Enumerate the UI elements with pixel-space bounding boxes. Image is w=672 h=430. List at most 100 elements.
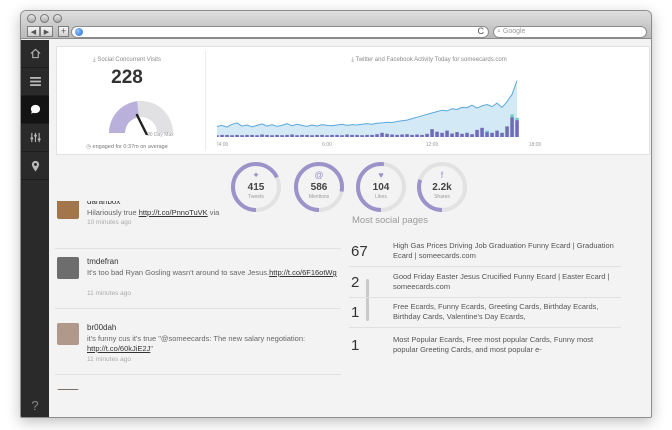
- search-field[interactable]: ⌕ Google: [493, 26, 647, 38]
- at-sign-icon: @: [314, 170, 324, 180]
- location-icon[interactable]: [21, 152, 49, 180]
- concurrent-visits-label: ⤓ Social Concurrent Visits: [93, 57, 161, 63]
- activity-bar: [460, 133, 464, 137]
- most-social-pages: Most social pages 67 High Gas Prices Driv…: [349, 201, 621, 390]
- overview-card: ⤓ Social Concurrent Visits 228 90 Day Ma…: [56, 46, 650, 155]
- activity-bar: [510, 117, 514, 137]
- zoom-window-button[interactable]: [53, 14, 62, 23]
- social-page-title[interactable]: Good Friday Easter Jesus Crucified Funny…: [393, 272, 619, 292]
- activity-area: [217, 80, 517, 137]
- avatar[interactable]: [57, 257, 79, 279]
- social-page-count: 1: [351, 337, 360, 354]
- tweet-username[interactable]: tmdefran: [87, 257, 119, 266]
- tweet-username[interactable]: br00dah: [87, 323, 116, 332]
- activity-bar: [250, 134, 254, 137]
- tweet-time: 10 minutes ago: [87, 219, 132, 226]
- social-page-row[interactable]: 1 Most Popular Ecards, Free most popular …: [349, 331, 621, 365]
- x-tick-label: 12:00: [426, 142, 439, 147]
- activity-bar: [360, 135, 364, 137]
- help-icon[interactable]: ?: [21, 398, 49, 413]
- tweet-text: Hilariously true http://t.co/PnnoTuVK vi…: [87, 208, 337, 218]
- list-icon[interactable]: [21, 68, 49, 96]
- home-icon[interactable]: [21, 40, 49, 68]
- activity-chart: 24:00 6:00 12:00 18:00: [217, 80, 542, 147]
- avatar[interactable]: [57, 389, 79, 390]
- stat-value: 415: [247, 182, 265, 193]
- gauge-needle: [135, 113, 149, 135]
- sliders-icon[interactable]: [21, 124, 49, 152]
- activity-bar: [465, 132, 469, 137]
- tweet-item: tmdefran It's too bad Ryan Gosling wasn't…: [55, 247, 341, 309]
- activity-bar: [355, 134, 359, 137]
- browser-titlebar: ◀ ▶ + C ⌕ Google: [21, 11, 651, 39]
- address-bar[interactable]: C: [71, 26, 489, 38]
- stat-value: 2.2k: [432, 182, 452, 193]
- avatar[interactable]: [57, 201, 79, 219]
- tweet-link[interactable]: http://t.co/6F16otWg: [269, 268, 337, 277]
- activity-bar: [265, 134, 269, 137]
- social-page-title[interactable]: High Gas Prices Driving Job Graduation F…: [393, 241, 619, 261]
- tweet-body: Hilariously true: [87, 208, 139, 217]
- activity-bar: [230, 135, 234, 137]
- stat-value: 586: [310, 182, 328, 193]
- tweet-link[interactable]: http://t.co/60kJiE2J: [87, 344, 150, 353]
- activity-bar: [440, 132, 444, 137]
- activity-bar: [330, 134, 334, 137]
- tweet-body: it's funny cus it's true "@someecards: T…: [87, 334, 306, 343]
- social-page-row[interactable]: 2 Good Friday Easter Jesus Crucified Funn…: [349, 268, 621, 298]
- stat-label: Tweets: [248, 194, 264, 200]
- chat-icon[interactable]: [21, 96, 49, 124]
- activity-highlight-bar: [510, 114, 514, 118]
- tweet-link[interactable]: http://t.co/PnnoTuVK: [139, 208, 208, 217]
- close-window-button[interactable]: [27, 14, 36, 23]
- activity-bar: [380, 132, 384, 137]
- activity-bar: [415, 134, 419, 137]
- activity-bar: [325, 135, 329, 137]
- activity-bar: [500, 132, 504, 137]
- activity-bar: [400, 134, 404, 137]
- social-page-title[interactable]: Free Ecards, Funny Ecards, Greeting Card…: [393, 302, 619, 322]
- reload-icon[interactable]: C: [478, 26, 485, 36]
- activity-bar: [485, 132, 489, 137]
- avatar[interactable]: [57, 323, 79, 345]
- forward-button[interactable]: ▶: [40, 26, 53, 37]
- tweet-username[interactable]: SuzyJean77: [87, 389, 131, 390]
- activity-bar: [310, 135, 314, 137]
- activity-bar: [340, 135, 344, 137]
- add-bookmark-button[interactable]: +: [58, 26, 69, 37]
- activity-bar: [405, 134, 409, 137]
- activity-highlight-bar: [485, 130, 489, 132]
- tweet-item: br00dah it's funny cus it's true "@someec…: [55, 313, 341, 375]
- x-tick-label: 18:00: [529, 142, 542, 147]
- tweet-username[interactable]: daranbox: [87, 201, 120, 206]
- minimize-window-button[interactable]: [40, 14, 49, 23]
- activity-bar: [217, 135, 219, 137]
- back-button[interactable]: ◀: [27, 26, 40, 37]
- activity-bar: [370, 134, 374, 137]
- activity-bar: [220, 134, 224, 137]
- gauge-fill: [109, 101, 139, 133]
- activity-highlight-bar: [515, 117, 519, 120]
- tweet-time: 11 minutes ago: [87, 290, 131, 297]
- tweet-item: daranbox Hilariously true http://t.co/Pnn…: [55, 201, 341, 249]
- activity-bar: [315, 134, 319, 137]
- activity-bar: [495, 130, 499, 137]
- tweet-text: It's too bad Ryan Gosling wasn't around …: [87, 268, 337, 278]
- social-page-row[interactable]: 1 Free Ecards, Funny Ecards, Greeting Car…: [349, 298, 621, 328]
- most-social-pages-title: Most social pages: [352, 215, 429, 226]
- social-page-row[interactable]: 67 High Gas Prices Driving Job Graduation…: [349, 237, 621, 267]
- activity-bar: [445, 130, 449, 137]
- activity-bar: [505, 126, 509, 137]
- tweet-suffix: via: [207, 208, 220, 217]
- activity-bar: [335, 134, 339, 137]
- social-page-title[interactable]: Most Popular Ecards, Free most popular C…: [393, 335, 619, 355]
- search-placeholder: Google: [502, 28, 526, 35]
- stat-label: Mentions: [308, 194, 330, 200]
- engaged-time: ◷ engaged for 0:37m on average: [86, 144, 168, 150]
- activity-bar: [280, 135, 284, 137]
- activity-bar: [255, 135, 259, 137]
- activity-bar: [235, 134, 239, 137]
- activity-bar: [420, 134, 424, 137]
- history-nav: ◀ ▶: [27, 26, 53, 37]
- tweet-suffix: ": [150, 344, 154, 353]
